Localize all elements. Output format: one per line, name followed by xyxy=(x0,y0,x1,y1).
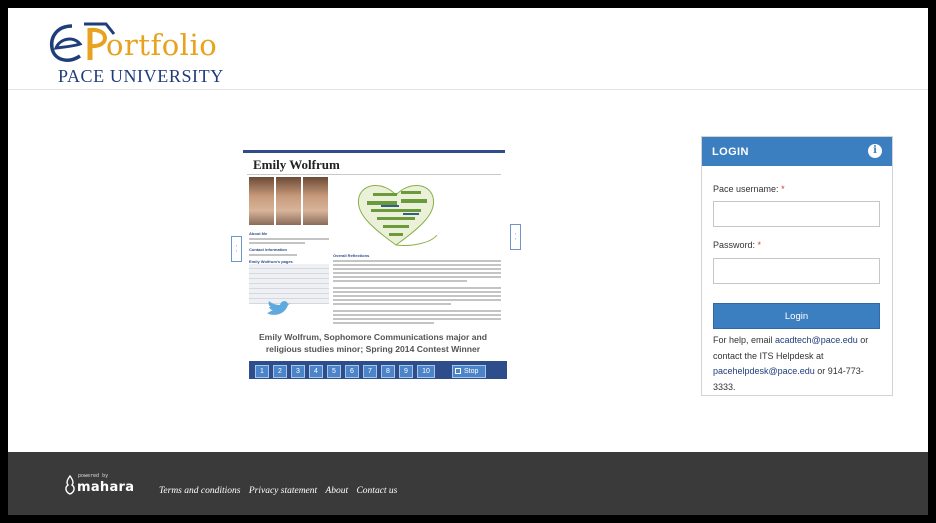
login-panel-header: LOGIN i xyxy=(702,137,892,166)
slide-profile-photos xyxy=(249,177,329,225)
slide-next-arrow[interactable]: › › xyxy=(510,224,521,250)
username-label-text: Pace username: xyxy=(713,184,779,194)
info-icon[interactable]: i xyxy=(868,144,882,158)
pager-page-button[interactable]: 5 xyxy=(327,365,341,378)
footer-link-privacy[interactable]: Privacy statement xyxy=(249,486,317,496)
slide-sidebar: About Me Contact information Emily Wolfr… xyxy=(249,228,329,304)
pager-page-button[interactable]: 8 xyxy=(381,365,395,378)
word-cloud-heart-image xyxy=(357,185,438,246)
slide-prev-arrow[interactable]: ‹ ‹ xyxy=(231,236,242,262)
password-label-text: Password: xyxy=(713,240,756,250)
eportfolio-logo[interactable]: ortfolio PACE UNIVERSITY xyxy=(44,20,234,86)
mahara-logo-icon xyxy=(65,475,75,495)
pager-page-button[interactable]: 9 xyxy=(399,365,413,378)
slide-caption-line-1: Emily Wolfrum, Sophomore Communications … xyxy=(258,332,488,342)
pager-page-button[interactable]: 10 xyxy=(417,365,435,378)
login-button[interactable]: Login xyxy=(713,303,880,329)
slideshow-pager: 1 2 3 4 5 6 7 8 9 10 Stop xyxy=(249,361,507,379)
stop-icon xyxy=(455,368,461,374)
footer-link-terms[interactable]: Terms and conditions xyxy=(159,486,240,496)
featured-portfolio-slideshow[interactable]: Emily Wolfrum About Me Contact informati… xyxy=(223,146,523,379)
slide-divider xyxy=(247,174,501,175)
helpdesk-email-link[interactable]: pacehelpdesk@pace.edu xyxy=(713,366,815,376)
required-mark: * xyxy=(757,240,762,250)
logo-university-name: PACE UNIVERSITY xyxy=(58,66,224,86)
required-mark: * xyxy=(781,184,785,194)
site-footer: powered by mahara Terms and conditions P… xyxy=(8,452,928,515)
login-help-text: For help, email acadtech@pace.edu or con… xyxy=(713,333,885,395)
slideshow-stop-button[interactable]: Stop xyxy=(452,365,486,378)
slide-portfolio-title: Emily Wolfrum xyxy=(253,157,340,172)
footer-link-contact[interactable]: Contact us xyxy=(356,486,397,496)
pager-page-button[interactable]: 2 xyxy=(273,365,287,378)
slide-image[interactable]: Emily Wolfrum About Me Contact informati… xyxy=(243,150,505,328)
footer-links: Terms and conditions Privacy statement A… xyxy=(159,486,403,496)
help-prefix: For help, email xyxy=(713,335,776,345)
pager-page-button[interactable]: 6 xyxy=(345,365,359,378)
login-title: LOGIN xyxy=(712,146,749,158)
login-panel: LOGIN i Pace username: * Password: * Log… xyxy=(701,136,893,396)
pager-page-button[interactable]: 3 xyxy=(291,365,305,378)
password-label: Password: * xyxy=(713,240,761,250)
password-input[interactable] xyxy=(713,258,880,284)
mahara-wordmark: mahara xyxy=(77,480,135,495)
slide-article: Overall Reflections xyxy=(333,253,501,324)
twitter-bird-icon xyxy=(267,301,291,315)
logo-wordmark: ortfolio xyxy=(106,28,218,62)
pager-page-button[interactable]: 4 xyxy=(309,365,323,378)
powered-by-text: powered by xyxy=(78,473,109,479)
slide-sidebar-heading: Contact information xyxy=(249,247,287,252)
acadtech-email-link[interactable]: acadtech@pace.edu xyxy=(775,335,858,345)
page: ortfolio PACE UNIVERSITY Emily Wolfrum A… xyxy=(8,8,928,515)
slide-caption-line-2: religious studies minor; Spring 2014 Con… xyxy=(265,344,481,354)
footer-link-about[interactable]: About xyxy=(325,486,348,496)
slide-caption: Emily Wolfrum, Sophomore Communications … xyxy=(223,327,523,361)
stop-label: Stop xyxy=(464,368,479,375)
slide-article-heading: Overall Reflections xyxy=(333,253,370,258)
pager-page-button[interactable]: 1 xyxy=(255,365,269,378)
pager-page-button[interactable]: 7 xyxy=(363,365,377,378)
username-input[interactable] xyxy=(713,201,880,227)
site-header: ortfolio PACE UNIVERSITY xyxy=(8,8,928,90)
slide-sidebar-heading: About Me xyxy=(249,231,268,236)
username-label: Pace username: * xyxy=(713,184,785,194)
